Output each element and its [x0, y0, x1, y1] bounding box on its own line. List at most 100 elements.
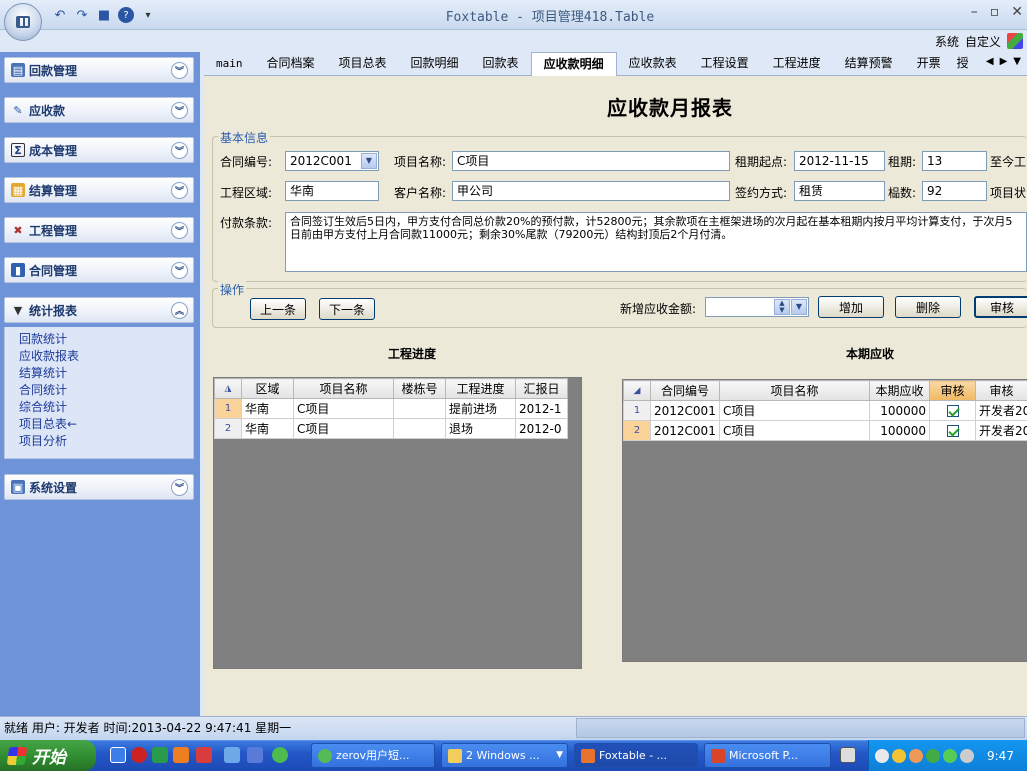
clock[interactable]: 9:47	[987, 749, 1014, 763]
sidebar-item-receivable-report[interactable]: 应收款报表	[19, 348, 193, 365]
tray-app-icon[interactable]	[943, 748, 957, 763]
chevron-down-icon[interactable]: ︾	[171, 262, 188, 279]
add-button[interactable]: 增加	[818, 296, 884, 318]
payment-terms-field[interactable]: 合同签订生效后5日内，甲方支付合同总价款20%的预付款，计52800元；其余款项…	[285, 212, 1027, 272]
table-cell[interactable]: C项目	[293, 418, 394, 439]
undo-icon[interactable]: ↶	[52, 7, 68, 23]
sidebar-group-contracts[interactable]: ▮ 合同管理 ︾	[4, 257, 194, 283]
column-header[interactable]: 本期应收	[869, 380, 930, 401]
column-header[interactable]: 项目名称	[719, 380, 870, 401]
chevron-down-icon[interactable]: ︾	[171, 182, 188, 199]
customize-toolbar-icon[interactable]: ▾	[140, 7, 156, 23]
tab-payment-table[interactable]: 回款表	[471, 52, 531, 75]
chevron-down-icon[interactable]: ︾	[171, 62, 188, 79]
project-name-field[interactable]: C项目	[452, 151, 730, 171]
row-number[interactable]: 1	[214, 398, 242, 419]
sidebar-group-system-settings[interactable]: ▣ 系统设置 ︾	[4, 474, 194, 500]
row-number[interactable]: 2	[214, 418, 242, 439]
tab-main[interactable]: main	[204, 52, 255, 75]
sidebar-item-payment-stats[interactable]: 回款统计	[19, 331, 193, 348]
row-number[interactable]: 1	[623, 400, 651, 421]
sidebar-group-receivables[interactable]: ✎ 应收款 ︾	[4, 97, 194, 123]
tab-payment-details[interactable]: 回款明细	[399, 52, 471, 75]
taskbar-item-browser[interactable]: zerov用户短...	[311, 743, 435, 768]
chevron-down-icon[interactable]: ︾	[171, 142, 188, 159]
quicklaunch-app-icon[interactable]	[152, 747, 168, 763]
table-row[interactable]: 1 2012C001 C项目 100000 开发者20	[623, 400, 1027, 421]
tab-scroll-left-icon[interactable]: ◀	[986, 56, 994, 67]
column-header[interactable]: 审核	[975, 380, 1027, 401]
client-field[interactable]: 甲公司	[452, 181, 730, 201]
prev-record-button[interactable]: 上一条	[250, 298, 306, 320]
row-number[interactable]: 2	[623, 420, 651, 441]
table-row[interactable]: 2 华南 C项目 退场 2012-0	[214, 418, 568, 439]
table-cell[interactable]: 100000	[869, 420, 930, 441]
tab-invoice[interactable]: 开票	[905, 52, 953, 75]
next-record-button[interactable]: 下一条	[319, 298, 375, 320]
sidebar-group-reports[interactable]: ▼ 统计报表 ︽	[4, 297, 194, 323]
chevron-down-icon[interactable]: ▼	[361, 153, 377, 169]
truss-count-field[interactable]: 92	[922, 181, 987, 201]
contract-no-combo[interactable]: 2012C001 ▼	[285, 151, 379, 171]
sign-method-field[interactable]: 租赁	[794, 181, 885, 201]
table-cell[interactable]: C项目	[719, 400, 870, 421]
table-cell[interactable]: 100000	[869, 400, 930, 421]
tab-contract-archive[interactable]: 合同档案	[255, 52, 327, 75]
tray-app-icon[interactable]	[909, 748, 923, 763]
ie-icon[interactable]	[110, 747, 126, 763]
help-icon[interactable]: ?	[118, 7, 134, 23]
close-icon[interactable]: ✕	[1011, 4, 1023, 20]
sidebar-item-project-summary[interactable]: 项目总表←	[19, 416, 193, 433]
office-icon[interactable]	[1007, 33, 1023, 49]
sidebar-item-contract-stats[interactable]: 合同统计	[19, 382, 193, 399]
quicklaunch-app-icon[interactable]	[272, 747, 288, 763]
table-cell[interactable]	[393, 398, 446, 419]
column-header[interactable]: 项目名称	[293, 378, 394, 399]
save-icon[interactable]: ■	[96, 7, 112, 23]
tab-scroll-right-icon[interactable]: ▶	[1000, 56, 1008, 67]
keyboard-icon[interactable]	[840, 747, 856, 763]
taskbar-item-foxtable[interactable]: Foxtable - ...	[574, 743, 698, 768]
column-header[interactable]: 楼栋号	[393, 378, 446, 399]
restore-icon[interactable]: ▫	[990, 4, 1000, 20]
table-cell[interactable]: 开发者20	[975, 400, 1027, 421]
minimize-icon[interactable]: –	[971, 4, 978, 20]
lease-term-field[interactable]: 13	[922, 151, 987, 171]
area-field[interactable]: 华南	[285, 181, 379, 201]
tray-app-icon[interactable]	[960, 748, 974, 763]
shield-icon[interactable]	[926, 748, 940, 763]
app-menu-button[interactable]	[4, 3, 42, 41]
table-row[interactable]: 1 华南 C项目 提前进场 2012-1	[214, 398, 568, 419]
table-cell[interactable]	[929, 420, 976, 441]
sidebar-group-engineering[interactable]: ✖ 工程管理 ︾	[4, 217, 194, 243]
new-amount-input[interactable]: ▲ ▼ ▼	[705, 297, 809, 317]
table-cell[interactable]	[929, 400, 976, 421]
table-cell[interactable]: 2012-1	[515, 398, 568, 419]
lease-start-field[interactable]: 2012-11-15	[794, 151, 885, 171]
audit-checkbox[interactable]	[946, 425, 959, 437]
table-cell[interactable]: 2012C001	[650, 400, 720, 421]
tab-list-icon[interactable]: ▼	[1013, 56, 1021, 67]
tab-receivable-table[interactable]: 应收款表	[617, 52, 689, 75]
table-cell[interactable]	[393, 418, 446, 439]
table-cell[interactable]: C项目	[293, 398, 394, 419]
chevron-up-icon[interactable]: ︽	[171, 302, 188, 319]
quicklaunch-app-icon[interactable]	[247, 747, 263, 763]
sidebar-group-cost[interactable]: Σ 成本管理 ︾	[4, 137, 194, 163]
table-cell[interactable]: 提前进场	[445, 398, 516, 419]
taskbar-item-explorer[interactable]: 2 Windows ... ▼	[441, 743, 568, 768]
taskbar-item-powerpoint[interactable]: Microsoft P...	[704, 743, 831, 768]
tab-project-summary[interactable]: 项目总表	[327, 52, 399, 75]
audit-button[interactable]: 审核	[974, 296, 1027, 318]
chevron-down-icon[interactable]: ︾	[171, 479, 188, 496]
column-header[interactable]: 区域	[241, 378, 294, 399]
chevron-down-icon[interactable]: ︾	[171, 102, 188, 119]
sidebar-group-payments[interactable]: ▤ 回款管理 ︾	[4, 57, 194, 83]
table-cell[interactable]: 2012-0	[515, 418, 568, 439]
sidebar-group-settlement[interactable]: ▦ 结算管理 ︾	[4, 177, 194, 203]
table-cell[interactable]: 2012C001	[650, 420, 720, 441]
quicklaunch-app-icon[interactable]	[224, 747, 240, 763]
tab-receivable-details[interactable]: 应收款明细	[530, 52, 617, 76]
table-row[interactable]: 2 2012C001 C项目 100000 开发者20	[623, 420, 1027, 441]
sidebar-item-overall-stats[interactable]: 综合统计	[19, 399, 193, 416]
